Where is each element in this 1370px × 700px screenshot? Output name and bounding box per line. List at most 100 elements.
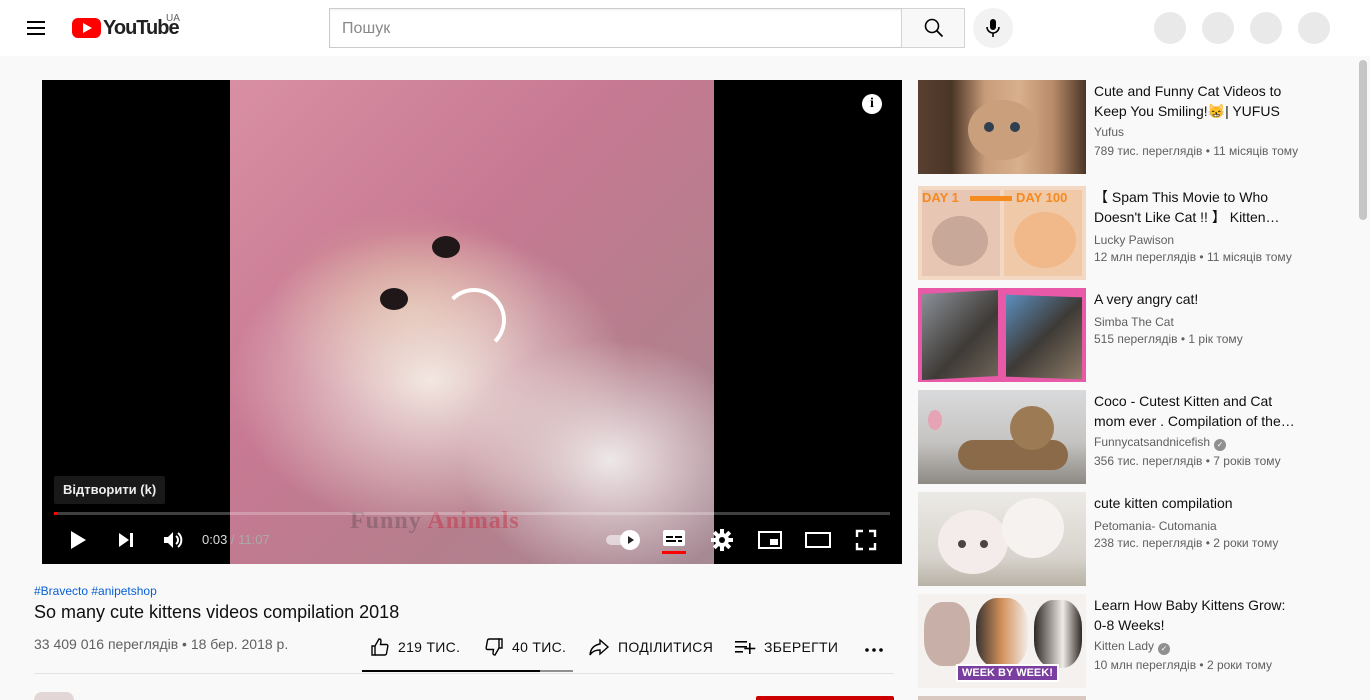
share-label: ПОДІЛИТИСЯ bbox=[618, 639, 714, 655]
youtube-logo[interactable]: YouTube bbox=[72, 17, 180, 39]
hashtag-link[interactable]: #Bravecto bbox=[34, 584, 88, 598]
recommendation-item[interactable]: A very angry cat! Simba The Cat 515 пере… bbox=[918, 288, 1338, 382]
play-icon bbox=[71, 531, 86, 549]
search-input[interactable] bbox=[342, 18, 882, 40]
sentiment-bar bbox=[362, 670, 573, 672]
info-icon[interactable]: i bbox=[862, 94, 882, 114]
masthead: YouTube UA bbox=[0, 0, 1370, 56]
recommendation-stats: 789 тис. переглядів • 11 місяців тому bbox=[1094, 144, 1299, 158]
recommendation-channel[interactable]: Simba The Cat bbox=[1094, 313, 1304, 331]
volume-icon bbox=[164, 532, 183, 548]
share-icon bbox=[589, 638, 610, 656]
thumb-text-week: WEEK BY WEEK! bbox=[956, 664, 1059, 682]
video-thumbnail[interactable] bbox=[918, 390, 1086, 484]
divider bbox=[34, 673, 894, 674]
share-button[interactable]: ПОДІЛИТИСЯ bbox=[588, 636, 713, 658]
more-horizontal-icon bbox=[865, 648, 883, 652]
progress-bar[interactable] bbox=[54, 512, 890, 515]
recommendation-channel[interactable]: Petomania- Cutomania bbox=[1094, 517, 1304, 535]
progress-played bbox=[54, 512, 59, 515]
account-avatar[interactable] bbox=[1298, 12, 1330, 44]
gear-icon bbox=[711, 529, 733, 551]
video-thumbnail[interactable] bbox=[918, 80, 1086, 174]
recommendation-channel[interactable]: Kitten Lady ✓ bbox=[1094, 639, 1171, 655]
theater-icon bbox=[805, 532, 831, 548]
theater-mode-button[interactable] bbox=[800, 526, 836, 554]
kitten-eye bbox=[432, 236, 460, 258]
recommendation-stats: 238 тис. переглядів • 2 роки тому bbox=[1094, 536, 1279, 550]
recommendation-title[interactable]: A very angry cat! bbox=[1094, 289, 1300, 309]
save-label: ЗБЕРЕГТИ bbox=[764, 639, 839, 655]
channel-avatar[interactable] bbox=[34, 692, 74, 700]
recommendation-title[interactable]: cute kitten compilation bbox=[1094, 493, 1300, 513]
create-button[interactable] bbox=[1154, 12, 1186, 44]
recommendation-item[interactable]: DAY 1 DAY 100 【 Spam This Movie to Who D… bbox=[918, 186, 1338, 280]
recommendation-title[interactable]: Cute and Funny Cat Videos to Keep You Sm… bbox=[1094, 81, 1300, 121]
recommendation-item[interactable] bbox=[918, 696, 1338, 700]
recommendation-item[interactable]: cute kitten compilation Petomania- Cutom… bbox=[918, 492, 1338, 586]
like-button[interactable]: 219 ТИС. bbox=[370, 636, 460, 658]
voice-search-button[interactable] bbox=[973, 8, 1013, 48]
hashtag-link[interactable]: #anipetshop bbox=[91, 584, 156, 598]
video-thumbnail[interactable] bbox=[918, 696, 1086, 700]
miniplayer-icon bbox=[758, 531, 782, 549]
subtitles-icon bbox=[662, 530, 686, 554]
recommendation-item[interactable]: Coco - Cutest Kitten and Cat mom ever . … bbox=[918, 390, 1338, 484]
recommendation-channel[interactable]: Lucky Pawison bbox=[1094, 231, 1304, 249]
next-button[interactable] bbox=[108, 526, 144, 554]
scrollbar-thumb[interactable] bbox=[1359, 60, 1367, 220]
search-button[interactable] bbox=[901, 8, 965, 48]
next-icon bbox=[119, 533, 133, 547]
recommendation-stats: 10 млн переглядів • 2 роки тому bbox=[1094, 658, 1273, 672]
autoplay-toggle[interactable] bbox=[606, 530, 642, 550]
video-thumbnail[interactable] bbox=[918, 492, 1086, 586]
dislike-count: 40 ТИС. bbox=[512, 639, 567, 655]
recommendation-title[interactable]: Coco - Cutest Kitten and Cat mom ever . … bbox=[1094, 391, 1300, 431]
kitten-eye bbox=[380, 288, 408, 310]
play-tooltip: Відтворити (k) bbox=[54, 476, 166, 504]
settings-button[interactable] bbox=[704, 526, 740, 554]
miniplayer-button[interactable] bbox=[752, 526, 788, 554]
like-count: 219 ТИС. bbox=[398, 639, 461, 655]
loading-spinner bbox=[442, 288, 506, 352]
notifications-button[interactable] bbox=[1250, 12, 1282, 44]
search-icon bbox=[924, 18, 944, 38]
save-button[interactable]: ЗБЕРЕГТИ bbox=[734, 636, 838, 658]
recommendation-channel[interactable]: Funnycatsandnicefish ✓ bbox=[1094, 435, 1227, 451]
subscribe-button[interactable] bbox=[756, 696, 894, 700]
recommendation-item[interactable]: Cute and Funny Cat Videos to Keep You Sm… bbox=[918, 80, 1338, 174]
recommendation-channel[interactable]: Yufus bbox=[1094, 125, 1124, 139]
apps-button[interactable] bbox=[1202, 12, 1234, 44]
recommendation-stats: 12 млн переглядів • 11 місяців тому bbox=[1094, 250, 1292, 264]
dislike-button[interactable]: 40 ТИС. bbox=[484, 636, 566, 658]
playlist-add-icon bbox=[735, 641, 756, 654]
search-box bbox=[329, 8, 902, 48]
thumbs-up-icon bbox=[371, 638, 389, 656]
mute-button[interactable] bbox=[155, 526, 191, 554]
hashtags: #Bravecto #anipetshop bbox=[34, 584, 157, 598]
verified-badge-icon: ✓ bbox=[1158, 643, 1171, 655]
recommendation-stats: 515 переглядів • 1 рік тому bbox=[1094, 332, 1243, 346]
subtitles-button[interactable] bbox=[656, 526, 692, 554]
recommendation-title[interactable]: Learn How Baby Kittens Grow: 0-8 Weeks! bbox=[1094, 595, 1300, 635]
video-thumbnail[interactable] bbox=[918, 288, 1086, 382]
youtube-play-icon bbox=[72, 18, 101, 38]
video-player[interactable]: Funny Animals i Відтворити (k) 0:03 / 11… bbox=[42, 80, 902, 564]
recommendation-item[interactable]: WEEK BY WEEK! Learn How Baby Kittens Gro… bbox=[918, 594, 1338, 688]
video-title: So many cute kittens videos compilation … bbox=[34, 602, 400, 622]
time-display: 0:03 / 11:07 bbox=[202, 532, 270, 547]
page-scrollbar[interactable] bbox=[1356, 56, 1370, 700]
video-views-date: 33 409 016 переглядів • 18 бер. 2018 р. bbox=[34, 636, 289, 652]
recommendation-title[interactable]: 【 Spam This Movie to Who Doesn't Like Ca… bbox=[1094, 187, 1300, 227]
fullscreen-button[interactable] bbox=[848, 526, 884, 554]
autoplay-icon bbox=[620, 530, 640, 550]
menu-icon[interactable] bbox=[24, 16, 48, 40]
current-time: 0:03 bbox=[202, 532, 228, 547]
thumbs-down-icon bbox=[485, 638, 503, 656]
play-button[interactable] bbox=[60, 526, 96, 554]
video-thumbnail[interactable]: DAY 1 DAY 100 bbox=[918, 186, 1086, 280]
video-thumbnail[interactable]: WEEK BY WEEK! bbox=[918, 594, 1086, 688]
more-actions-button[interactable] bbox=[862, 638, 886, 662]
verified-badge-icon: ✓ bbox=[1214, 439, 1227, 451]
thumb-text-day1: DAY 1 bbox=[922, 190, 959, 205]
